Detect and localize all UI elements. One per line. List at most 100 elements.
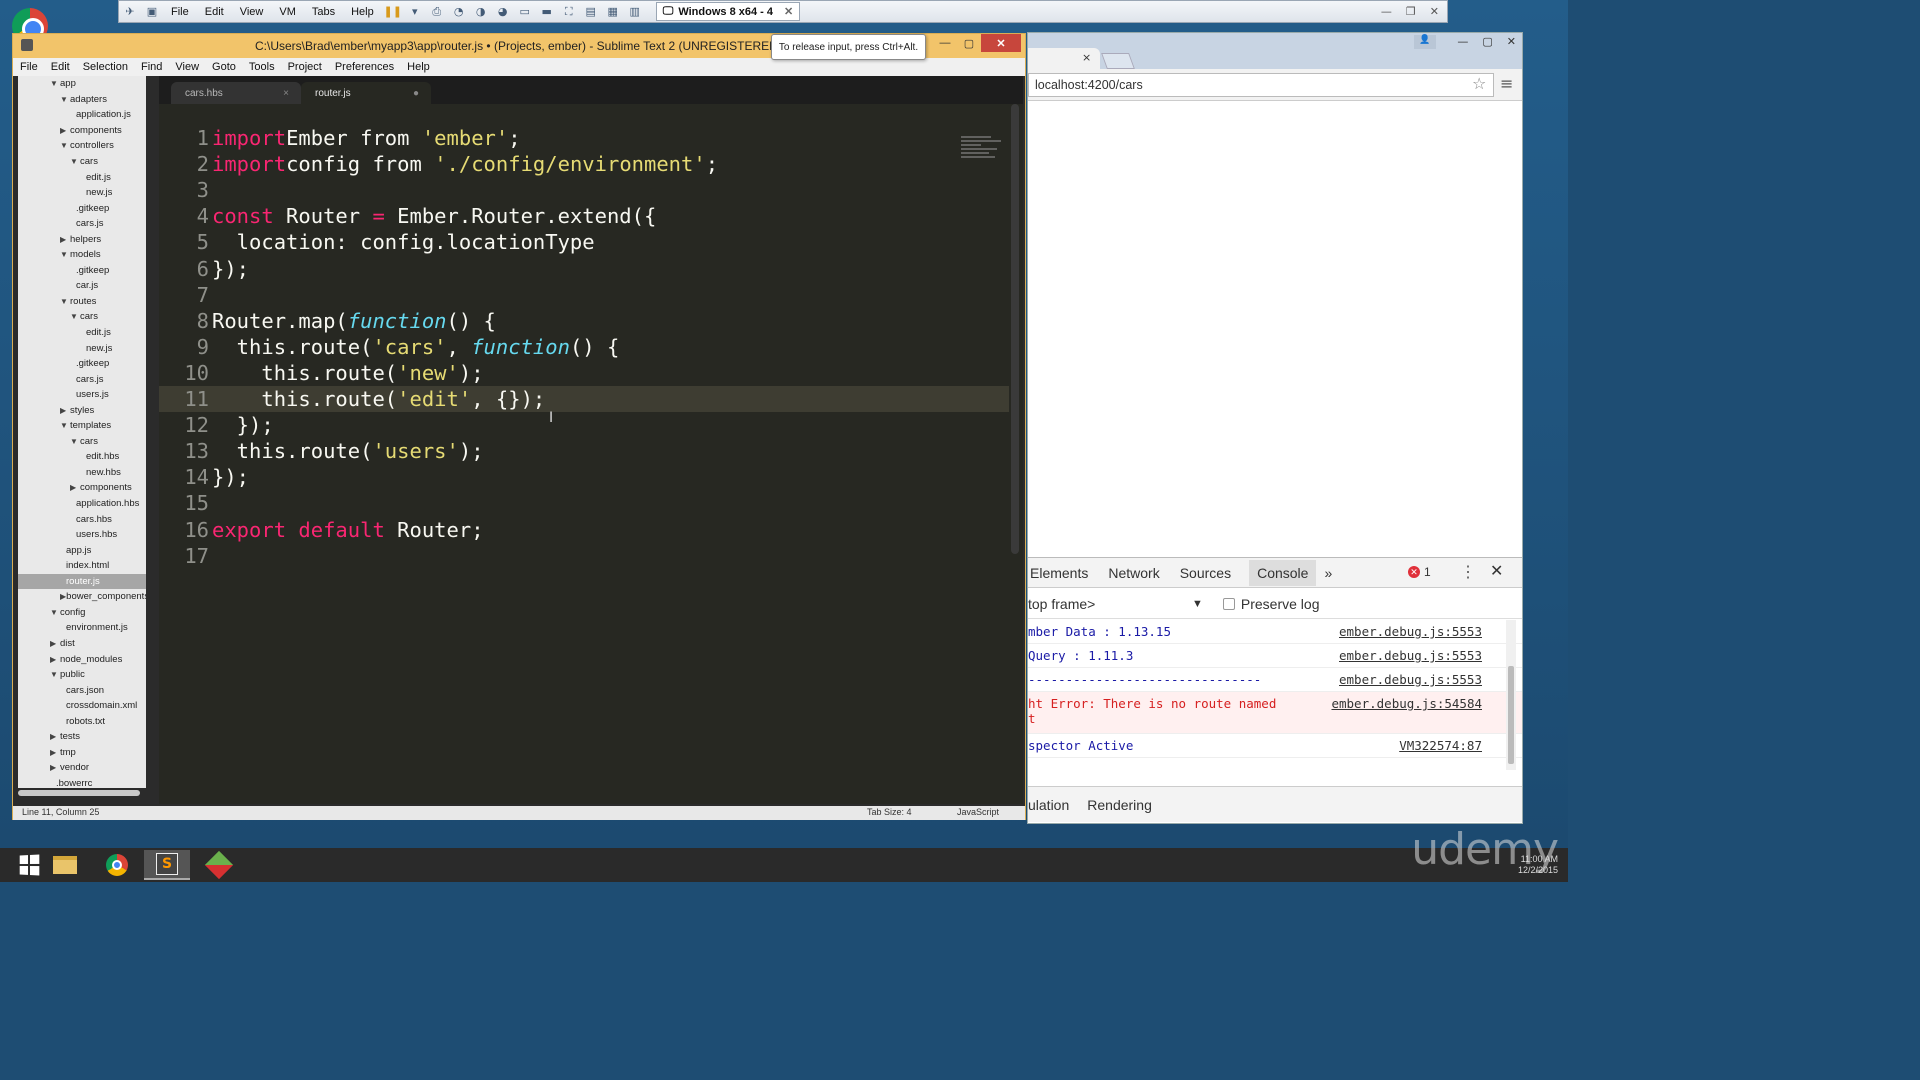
snapshot-icon[interactable]: ◔	[450, 4, 468, 20]
unsaved-dot-icon[interactable]: ●	[413, 88, 419, 99]
menu-preferences[interactable]: Preferences	[335, 61, 394, 73]
expanded-arrow-icon[interactable]: ▼	[60, 250, 70, 259]
code-line[interactable]: 17	[159, 543, 1009, 569]
frame-selector[interactable]: top frame>	[1028, 596, 1188, 612]
file-item[interactable]: application.js	[18, 107, 146, 123]
code-line[interactable]: 7	[159, 282, 1009, 308]
code-line[interactable]: 5 location: config.locationType	[159, 229, 1009, 255]
collapsed-arrow-icon[interactable]: ▶	[60, 235, 70, 244]
editor-scrollbar[interactable]	[1011, 104, 1019, 554]
folder-item[interactable]: ▶ helpers	[18, 231, 146, 247]
close-icon[interactable]: ✕	[1490, 561, 1503, 581]
console-log-row[interactable]: ------------------------------- ember.deb…	[1028, 668, 1522, 692]
dropdown-icon[interactable]: ▾	[406, 4, 424, 20]
collapsed-arrow-icon[interactable]: ▶	[60, 406, 70, 415]
file-item[interactable]: edit.hbs	[18, 449, 146, 465]
menu-icon[interactable]: ≡	[1500, 74, 1513, 93]
console-source-link[interactable]: ember.debug.js:54584	[1331, 696, 1482, 711]
file-item[interactable]: edit.js	[18, 169, 146, 185]
console-source-link[interactable]: VM322574:87	[1399, 738, 1482, 753]
code-line[interactable]: 6});	[159, 256, 1009, 282]
vm-menu-vm[interactable]: VM	[279, 6, 296, 18]
close-icon[interactable]: ✕	[981, 34, 1021, 52]
chrome-taskbar-icon[interactable]	[94, 850, 140, 880]
menu-edit[interactable]: Edit	[51, 61, 70, 73]
error-counter[interactable]: ✕ 1	[1408, 565, 1431, 579]
folder-item[interactable]: ▶ components	[18, 123, 146, 139]
file-item[interactable]: cars.json	[18, 682, 146, 698]
file-item[interactable]: crossdomain.xml	[18, 698, 146, 714]
menu-selection[interactable]: Selection	[83, 61, 128, 73]
library-icon[interactable]: ▥	[626, 4, 644, 20]
console-view-icon[interactable]: ▬	[538, 4, 556, 20]
console-log-row[interactable]: mber Data : 1.13.15 ember.debug.js:5553	[1028, 620, 1522, 644]
folder-item[interactable]: ▼ cars	[18, 434, 146, 450]
vm-menu-file[interactable]: File	[171, 6, 189, 18]
file-item[interactable]: router.js	[18, 573, 146, 590]
collapsed-arrow-icon[interactable]: ▶	[50, 748, 60, 757]
expanded-arrow-icon[interactable]: ▼	[50, 608, 60, 617]
vmware-taskbar-icon[interactable]	[196, 850, 242, 880]
vm-tab[interactable]: 🖵 Windows 8 x64 - 4 ✕	[655, 2, 801, 21]
code-line[interactable]: 12 });	[159, 412, 1009, 438]
tab-emulation[interactable]: ulation	[1028, 797, 1069, 813]
tab-cars-hbs[interactable]: cars.hbs ×	[171, 82, 301, 104]
file-item[interactable]: environment.js	[18, 620, 146, 636]
syntax-mode[interactable]: JavaScript	[957, 807, 999, 817]
expanded-arrow-icon[interactable]: ▼	[50, 670, 60, 679]
sidebar-scrollbar[interactable]	[18, 790, 140, 796]
file-item[interactable]: robots.txt	[18, 713, 146, 729]
menu-file[interactable]: File	[20, 61, 38, 73]
close-icon[interactable]: ×	[283, 88, 289, 99]
close-icon[interactable]: ✕	[784, 5, 793, 18]
folder-item[interactable]: ▶ node_modules	[18, 651, 146, 667]
code-line[interactable]: 16 export default Router;	[159, 517, 1009, 543]
folder-item[interactable]: ▶ bower_components	[18, 589, 146, 605]
code-line[interactable]: 13 this.route('users');	[159, 438, 1009, 464]
folder-item[interactable]: ▼ routes	[18, 294, 146, 310]
folder-item[interactable]: ▶ vendor	[18, 760, 146, 776]
code-line[interactable]: 1 importEmber from 'ember';	[159, 125, 1009, 151]
console-source-link[interactable]: ember.debug.js:5553	[1339, 624, 1482, 639]
file-item[interactable]: .gitkeep	[18, 356, 146, 372]
tab-console[interactable]: Console	[1249, 559, 1317, 586]
tab-router-js[interactable]: router.js ●	[301, 82, 431, 104]
close-icon[interactable]: ✕	[1430, 5, 1439, 18]
file-item[interactable]: cars.hbs	[18, 511, 146, 527]
folder-item[interactable]: ▼ config	[18, 605, 146, 621]
expanded-arrow-icon[interactable]: ▼	[50, 79, 60, 88]
restore-icon[interactable]: ❐	[1406, 5, 1416, 18]
new-tab-button[interactable]	[1101, 53, 1135, 69]
menu-help[interactable]: Help	[407, 61, 430, 73]
code-line[interactable]: 9 this.route('cars', function() {	[159, 334, 1009, 360]
code-line[interactable]: 4 const Router = Ember.Router.extend({	[159, 203, 1009, 229]
expanded-arrow-icon[interactable]: ▼	[70, 437, 80, 446]
console-scrollbar[interactable]	[1506, 620, 1516, 770]
tab-size[interactable]: Tab Size: 4	[867, 807, 912, 817]
collapsed-arrow-icon[interactable]: ▶	[50, 655, 60, 664]
vm-menu-tabs[interactable]: Tabs	[312, 6, 335, 18]
project-sidebar[interactable]: ▼ app ▼ adapters application.js ▶ components ▼ c…	[18, 76, 146, 788]
code-line[interactable]: 15	[159, 490, 1009, 516]
file-item[interactable]: index.html	[18, 558, 146, 574]
code-line[interactable]: 2 importconfig from './config/environment…	[159, 151, 1009, 177]
unity-icon[interactable]: ▤	[582, 4, 600, 20]
collapsed-arrow-icon[interactable]: ▶	[70, 483, 80, 492]
minimize-icon[interactable]: —	[1457, 35, 1468, 48]
collapsed-arrow-icon[interactable]: ▶	[60, 126, 70, 135]
tab-elements[interactable]: Elements	[1028, 565, 1100, 581]
console-error-row[interactable]: ht Error: There is no route named t ember…	[1028, 692, 1522, 734]
console-output[interactable]: mber Data : 1.13.15 ember.debug.js:5553 Qu…	[1028, 620, 1522, 780]
folder-item[interactable]: ▼ templates	[18, 418, 146, 434]
file-item[interactable]: new.js	[18, 185, 146, 201]
user-icon[interactable]: 👤	[1414, 35, 1436, 49]
file-item[interactable]: app.js	[18, 542, 146, 558]
expanded-arrow-icon[interactable]: ▼	[60, 141, 70, 150]
file-item[interactable]: cars.js	[18, 216, 146, 232]
folder-item[interactable]: ▼ cars	[18, 154, 146, 170]
menu-find[interactable]: Find	[141, 61, 162, 73]
folder-item[interactable]: ▼ cars	[18, 309, 146, 325]
star-icon[interactable]: ☆	[1472, 74, 1486, 93]
minimize-icon[interactable]: —	[933, 34, 957, 52]
fullscreen-icon[interactable]: ⛶	[560, 4, 578, 20]
